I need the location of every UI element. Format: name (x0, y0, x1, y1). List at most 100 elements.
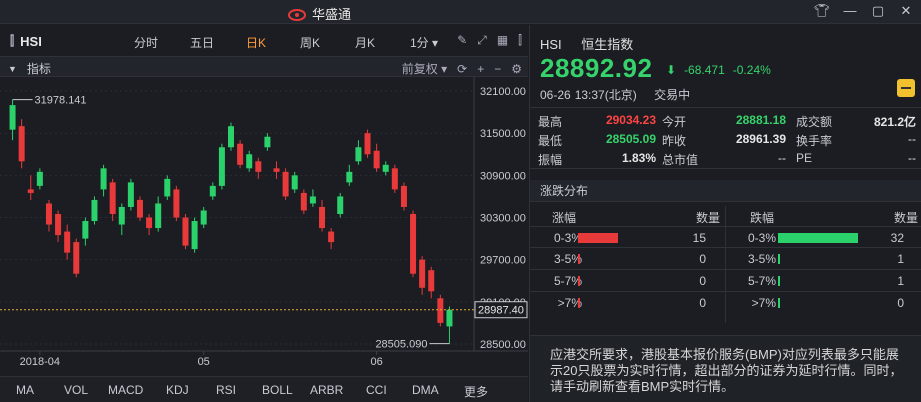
up-bar (578, 254, 580, 264)
symbol-label: HSI (20, 33, 42, 49)
open-value: 28881.18 (735, 113, 786, 127)
pe-label: PE (796, 151, 813, 165)
collapse-arrow-icon[interactable]: ▼ (8, 64, 17, 74)
x-tick-label: 06 (371, 356, 383, 368)
kline-svg: 32100.00 31500.00 30900.00 30300.00 29700.00… (0, 77, 528, 368)
adjust-select[interactable]: 前复权 ▾ (402, 60, 447, 77)
ind-tab-kdj[interactable]: KDJ (166, 383, 189, 397)
candle-body (382, 164, 389, 172)
candle-body (328, 231, 335, 243)
down-count: 1 (897, 252, 904, 266)
y-tick-label: 28500.00 (480, 339, 526, 351)
grid-icon[interactable]: ▦ (497, 33, 508, 48)
app-logo: 华盛通 (288, 4, 351, 23)
low-value: 28505.09 (605, 132, 656, 146)
chart-toolbar: ⫿ HSI 分时 五日 日K 周K 月K 1分 ▾ ✎ ⤢ ▦ ⫿ (0, 25, 528, 57)
up-count: 0 (699, 274, 706, 288)
candle-body (36, 171, 43, 186)
distribution-row: >7% 0 >7% 0 (530, 291, 921, 313)
candle-body (173, 189, 180, 218)
tab-one-minute[interactable]: 1分 ▾ (410, 34, 438, 51)
indicator-tabs: MA VOL MACD KDJ RSI BOLL ARBR CCI DMA 更多 (0, 376, 528, 402)
down-count-header: 数量 (894, 211, 919, 225)
candle-body (64, 231, 71, 253)
app-title: 华盛通 (312, 7, 352, 22)
candle-body (109, 182, 116, 214)
candle-body (136, 199, 143, 218)
high-label: 最高 (538, 115, 563, 129)
remove-icon[interactable]: − (494, 62, 501, 76)
candle-body (209, 185, 216, 197)
ind-tab-vol[interactable]: VOL (64, 383, 88, 397)
ind-tab-cci[interactable]: CCI (366, 383, 387, 397)
tab-five-day[interactable]: 五日 (190, 34, 214, 51)
sidebar-toggle-icon[interactable]: ⫿ (10, 33, 14, 49)
fullscreen-icon[interactable]: ⤢ (477, 33, 487, 48)
candle-body (82, 221, 89, 239)
ind-tab-macd[interactable]: MACD (108, 383, 143, 397)
prev-close-value: 28961.39 (735, 132, 786, 146)
tab-daily-k[interactable]: 日K (246, 34, 266, 51)
amp-value: 1.83% (621, 151, 656, 165)
maximize-icon[interactable]: ▢ (869, 3, 887, 19)
tab-weekly-k[interactable]: 周K (300, 34, 320, 51)
indicator-label[interactable]: 指标 (27, 60, 51, 77)
shirt-icon[interactable]: 👕︎ (813, 3, 831, 19)
ind-tab-more[interactable]: 更多 (464, 383, 488, 400)
candle-body (364, 133, 371, 155)
candle-body (73, 242, 80, 274)
y-tick-label: 29700.00 (480, 255, 526, 267)
amp-label: 振幅 (538, 153, 563, 167)
add-icon[interactable]: + (477, 62, 484, 76)
down-range-header: 跌幅 (750, 211, 775, 225)
down-range-label: 5-7% (747, 274, 776, 288)
collapse-minus-button[interactable] (897, 79, 915, 97)
minimize-icon[interactable]: — (841, 3, 859, 19)
candle-body (146, 217, 153, 229)
refresh-icon[interactable]: ⟳ (457, 62, 467, 76)
up-bar (578, 298, 580, 308)
quote-time: 13:37(北京) (574, 88, 637, 102)
y-tick-label: 31500.00 (480, 128, 526, 140)
ind-tab-ma[interactable]: MA (16, 383, 34, 397)
candle-body (246, 154, 253, 169)
candle-body (319, 206, 326, 229)
down-bar (778, 254, 780, 264)
down-bar (778, 233, 858, 243)
draw-pencil-icon[interactable]: ✎ (457, 33, 467, 48)
low-annotation: 28505.090 (375, 339, 427, 351)
up-range-label: 3-5% (553, 252, 582, 266)
candlestick-chart[interactable]: 32100.00 31500.00 30900.00 30300.00 29700.00… (0, 77, 528, 377)
panel-toggle-icon[interactable]: ⫿ (518, 33, 522, 48)
ind-tab-arbr[interactable]: ARBR (310, 383, 343, 397)
candle-body (118, 206, 125, 225)
turnover-label: 成交额 (796, 115, 833, 129)
prev-close-label: 昨收 (662, 134, 687, 148)
up-count: 0 (699, 252, 706, 266)
candle-body (282, 171, 289, 197)
tab-monthly-k[interactable]: 月K (355, 34, 375, 51)
candle-body (91, 199, 98, 222)
low-label: 最低 (538, 134, 563, 148)
candle-body (237, 143, 244, 165)
trade-status: 交易中 (654, 88, 691, 102)
candle-body (228, 126, 234, 148)
candle-body (410, 214, 417, 274)
distribution-row: 0-3% 15 0-3% 32 (530, 226, 921, 248)
logo-icon (288, 8, 306, 21)
tab-timeshare[interactable]: 分时 (134, 34, 158, 51)
candle-body (164, 178, 171, 197)
quote-name: 恒生指数 (581, 37, 634, 52)
ind-tab-boll[interactable]: BOLL (262, 383, 293, 397)
turnover-rate-label: 换手率 (796, 134, 833, 148)
settings-gear-icon[interactable]: ⚙ (511, 62, 522, 76)
down-bar (778, 276, 780, 286)
candle-body (45, 203, 52, 225)
close-icon[interactable]: ✕ (897, 3, 915, 19)
candle-body (355, 147, 362, 162)
ind-tab-dma[interactable]: DMA (412, 383, 439, 397)
down-count: 32 (890, 231, 904, 245)
candle-body (273, 168, 280, 172)
ind-tab-rsi[interactable]: RSI (216, 383, 236, 397)
candle-body (127, 182, 134, 207)
